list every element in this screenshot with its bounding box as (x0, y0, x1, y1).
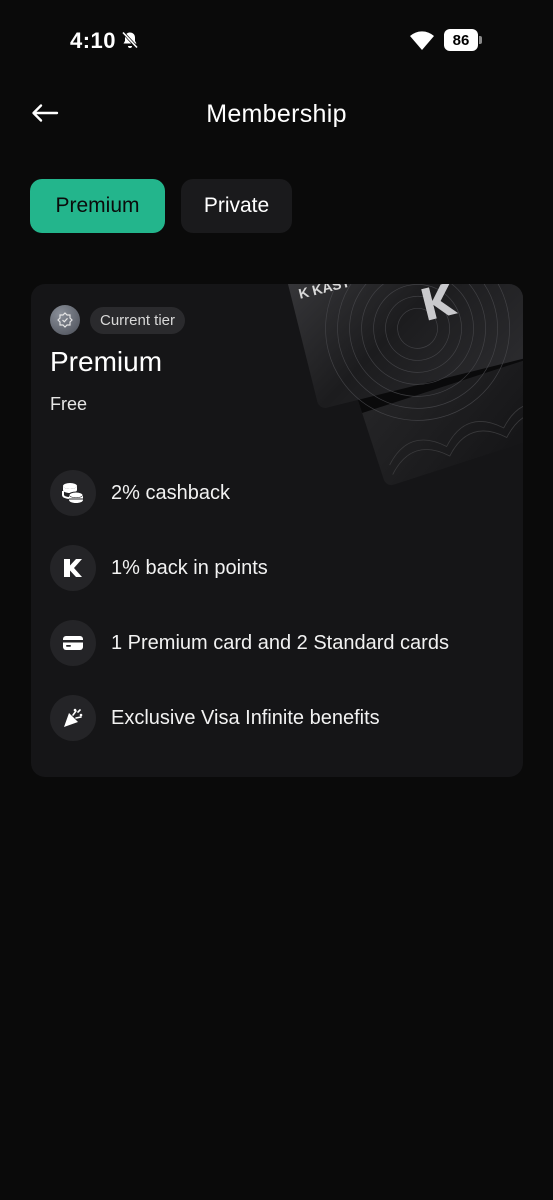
feature-list: 2% cashback 1% back in points 1 Premium … (50, 470, 510, 770)
coins-icon (50, 470, 96, 516)
feature-label: Exclusive Visa Infinite benefits (111, 706, 380, 729)
party-popper-icon (50, 695, 96, 741)
k-logo-icon (50, 545, 96, 591)
status-bar: 4:10 86 (0, 0, 553, 80)
plan-price: Free (50, 394, 88, 414)
feature-item: 1 Premium card and 2 Standard cards (50, 620, 510, 666)
page-title: Membership (206, 100, 347, 128)
wifi-icon (410, 31, 434, 50)
feature-label: 1 Premium card and 2 Standard cards (111, 631, 449, 654)
feature-item: 2% cashback (50, 470, 510, 516)
tier-card: K KAST Current tier Premium Free 2% cash… (31, 284, 523, 777)
feature-label: 2% cashback (111, 481, 230, 504)
feature-item: 1% back in points (50, 545, 510, 591)
feature-label: 1% back in points (111, 556, 268, 579)
credit-card-icon (50, 620, 96, 666)
header: Membership (0, 90, 553, 142)
battery-icon: 86 (444, 29, 482, 51)
status-time: 4:10 (70, 28, 117, 53)
plan-name: Premium (50, 346, 163, 377)
tier-row: Current tier (50, 305, 186, 335)
tab-private[interactable]: Private (181, 179, 292, 233)
current-tier-badge: Current tier (90, 306, 186, 334)
tab-premium[interactable]: Premium (30, 179, 165, 233)
badge-icon (50, 305, 80, 335)
feature-item: Exclusive Visa Infinite benefits (50, 695, 510, 741)
battery-level: 86 (444, 29, 478, 51)
membership-tabs: Premium Private (30, 179, 292, 233)
bell-muted-icon (121, 31, 139, 49)
